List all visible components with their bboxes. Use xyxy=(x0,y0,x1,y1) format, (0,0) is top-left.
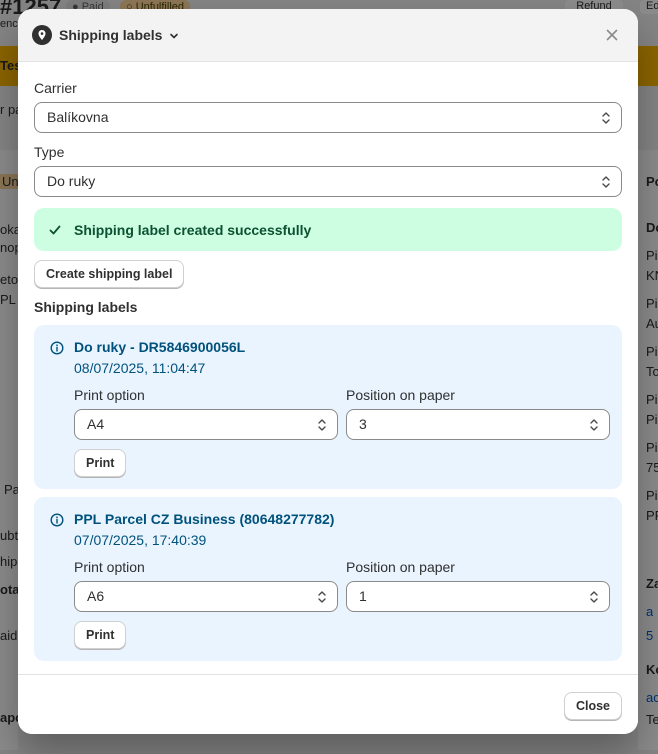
background-left-card: Un oka nop eto PL I Pa ubto hipp otal ai… xyxy=(0,150,25,750)
info-icon xyxy=(50,513,64,527)
background-right-text: 75 xyxy=(646,460,658,475)
shipping-label-title: Do ruky - DR5846900056L xyxy=(74,339,246,355)
carrier-field: Carrier Balíkovna xyxy=(34,80,622,133)
background-right-card: Po Do Pi KN Pi Au Pi To Pi Pi Pi 75 Pi P… xyxy=(638,150,658,750)
background-right-text: Pi xyxy=(646,296,658,311)
shipping-label-title: PPL Parcel CZ Business (80648277782) xyxy=(74,511,335,527)
background-right-text: Pi xyxy=(646,440,658,455)
shipping-label-card: PPL Parcel CZ Business (80648277782) 07/… xyxy=(34,497,622,661)
type-field: Type Do ruky xyxy=(34,144,622,197)
position-on-paper-label: Position on paper xyxy=(346,559,455,575)
position-on-paper-select[interactable]: 1 xyxy=(346,581,610,612)
background-right-text: ac xyxy=(646,690,658,705)
print-option-label: Print option xyxy=(74,387,145,403)
position-on-paper-select[interactable]: 3 xyxy=(346,409,610,440)
background-right-text: a xyxy=(646,604,654,619)
success-banner: Shipping label created successfully xyxy=(34,208,622,251)
background-right-text: Pi xyxy=(646,344,658,359)
type-select[interactable]: Do ruky xyxy=(34,166,622,197)
close-icon[interactable] xyxy=(604,27,620,43)
background-right-text: Pi xyxy=(646,412,658,427)
shipping-labels-heading: Shipping labels xyxy=(34,299,138,315)
checkmark-icon xyxy=(49,225,61,234)
close-button[interactable]: Close xyxy=(563,692,622,720)
print-option-label: Print option xyxy=(74,559,145,575)
background-right-text: Pi xyxy=(646,248,658,263)
background-edit-button: Ed xyxy=(640,0,658,14)
background-right-text: KN xyxy=(646,268,658,283)
print-option-select[interactable]: A6 xyxy=(74,581,338,612)
background-left-text: eto xyxy=(0,272,19,287)
shipping-label-card: Do ruky - DR5846900056L 08/07/2025, 11:0… xyxy=(34,325,622,489)
modal-body: Carrier Balíkovna Type Do ruky Shipping … xyxy=(18,62,638,661)
shipping-labels-modal: Shipping labels Carrier Balíkovna Type D… xyxy=(18,9,638,734)
select-arrows-icon xyxy=(602,112,610,124)
background-right-text: Za xyxy=(646,576,658,591)
type-select-value: Do ruky xyxy=(47,173,96,189)
select-arrows-icon xyxy=(602,176,610,188)
print-button[interactable]: Print xyxy=(74,449,127,477)
background-right-text: PF xyxy=(646,508,658,523)
select-arrows-icon xyxy=(318,591,326,603)
shipping-label-date: 08/07/2025, 11:04:47 xyxy=(74,360,206,376)
print-option-value: A6 xyxy=(87,588,105,604)
position-on-paper-value: 3 xyxy=(359,416,367,432)
carrier-select-value: Balíkovna xyxy=(47,109,109,125)
background-right-text: 5 xyxy=(646,628,654,643)
background-left-text: enc xyxy=(0,18,18,30)
background-right-text: Au xyxy=(646,316,658,331)
carrier-label: Carrier xyxy=(34,80,77,96)
select-arrows-icon xyxy=(590,591,598,603)
print-button[interactable]: Print xyxy=(74,621,127,649)
shipping-label-date: 07/07/2025, 17:40:39 xyxy=(74,532,207,548)
info-icon xyxy=(50,341,64,355)
background-right-text: Pi xyxy=(646,392,658,407)
type-label: Type xyxy=(34,144,65,160)
position-on-paper-label: Position on paper xyxy=(346,387,455,403)
modal-footer: Close xyxy=(18,674,638,734)
background-right-text: Te xyxy=(646,712,658,727)
background-right-text: Po xyxy=(646,174,658,189)
map-pin-icon xyxy=(32,25,52,45)
background-right-text: Ko xyxy=(646,662,658,677)
carrier-select[interactable]: Balíkovna xyxy=(34,102,622,133)
background-right-text: Pi xyxy=(646,488,658,503)
chevron-down-icon[interactable] xyxy=(168,29,180,41)
create-shipping-label-button[interactable]: Create shipping label xyxy=(34,260,185,288)
position-on-paper-value: 1 xyxy=(359,588,367,604)
modal-header: Shipping labels xyxy=(18,9,638,62)
select-arrows-icon xyxy=(318,419,326,431)
print-option-value: A4 xyxy=(87,416,105,432)
background-left-text: aid xyxy=(0,628,18,643)
background-right-text: Do xyxy=(646,220,658,235)
background-right-text: To xyxy=(646,364,658,379)
success-message: Shipping label created successfully xyxy=(74,221,312,238)
print-option-select[interactable]: A4 xyxy=(74,409,338,440)
select-arrows-icon xyxy=(590,419,598,431)
modal-title[interactable]: Shipping labels xyxy=(59,27,162,43)
